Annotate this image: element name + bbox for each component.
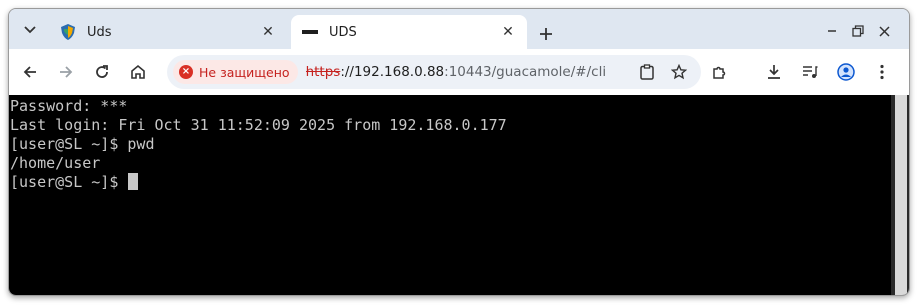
address-bar[interactable]: × Не защищено https://192.168.0.88:10443… xyxy=(167,55,701,89)
scrollbar-thumb[interactable] xyxy=(895,95,907,295)
restore-icon xyxy=(852,25,864,37)
url-text[interactable]: https://192.168.0.88:10443/guacamole/#/c… xyxy=(306,64,606,80)
kebab-menu-icon xyxy=(880,64,884,80)
tab-strip: Uds ✕ UDS ✕ xyxy=(9,9,909,49)
close-icon xyxy=(878,25,890,37)
terminal-line: Last login: Fri Oct 31 11:52:09 2025 fro… xyxy=(10,116,507,134)
media-controls-button[interactable] xyxy=(795,57,825,87)
close-icon[interactable]: ✕ xyxy=(499,23,517,41)
star-icon xyxy=(671,64,687,80)
forward-button[interactable] xyxy=(51,57,81,87)
profile-button[interactable] xyxy=(831,57,861,87)
arrow-left-icon xyxy=(23,66,36,78)
clipboard-button[interactable] xyxy=(635,60,659,84)
reload-icon xyxy=(96,65,108,78)
tab-title: UDS xyxy=(329,24,357,40)
restore-button[interactable] xyxy=(845,19,871,43)
browser-window: Uds ✕ UDS ✕ × Не защищено https://192.16… xyxy=(8,8,910,296)
extensions-button[interactable] xyxy=(705,57,735,87)
terminal-cursor xyxy=(128,173,139,190)
close-icon[interactable]: ✕ xyxy=(259,23,277,41)
downloads-button[interactable] xyxy=(759,57,789,87)
arrow-right-icon xyxy=(60,66,73,78)
terminal-line: /home/user xyxy=(10,154,101,172)
media-playlist-icon xyxy=(803,66,818,78)
url-scheme: https xyxy=(305,64,341,80)
terminal-prompt: [user@SL ~]$ xyxy=(10,173,128,191)
bookmark-button[interactable] xyxy=(667,60,691,84)
tab-title: Uds xyxy=(87,24,112,40)
terminal-line: [user@SL ~]$ pwd xyxy=(10,135,155,153)
terminal-dash-icon xyxy=(301,23,319,41)
remote-terminal[interactable]: Password: *** Last login: Fri Oct 31 11:… xyxy=(9,95,891,295)
chevron-down-icon xyxy=(24,26,36,34)
tab-uds-active[interactable]: UDS ✕ xyxy=(291,15,527,49)
back-button[interactable] xyxy=(15,57,45,87)
minimize-icon xyxy=(828,30,836,32)
plus-icon xyxy=(540,28,552,40)
terminal-line: Password: *** xyxy=(10,97,128,115)
url-host: ://192.168.0.88 xyxy=(340,64,445,80)
menu-button[interactable] xyxy=(867,57,897,87)
uds-shield-icon xyxy=(59,23,77,41)
security-status-chip[interactable]: × Не защищено xyxy=(173,60,298,84)
url-path: :10443/guacamole/#/client/... xyxy=(444,64,605,80)
home-button[interactable] xyxy=(123,57,153,87)
new-tab-button[interactable] xyxy=(533,21,559,47)
minimize-button[interactable] xyxy=(819,19,845,43)
clipboard-icon xyxy=(640,64,654,80)
terminal-scrollbar[interactable] xyxy=(891,95,909,295)
close-window-button[interactable] xyxy=(871,19,897,43)
security-label: Не защищено xyxy=(199,64,290,80)
reload-button[interactable] xyxy=(87,57,117,87)
terminal-prompt-line: [user@SL ~]$ xyxy=(10,173,891,192)
browser-toolbar: × Не защищено https://192.168.0.88:10443… xyxy=(9,49,909,95)
warning-icon: × xyxy=(179,65,193,79)
home-icon xyxy=(131,64,145,79)
avatar-icon xyxy=(837,63,855,81)
puzzle-icon xyxy=(713,66,726,79)
tab-uds[interactable]: Uds ✕ xyxy=(49,15,287,49)
download-icon xyxy=(768,65,780,79)
tab-search-button[interactable] xyxy=(17,17,43,43)
